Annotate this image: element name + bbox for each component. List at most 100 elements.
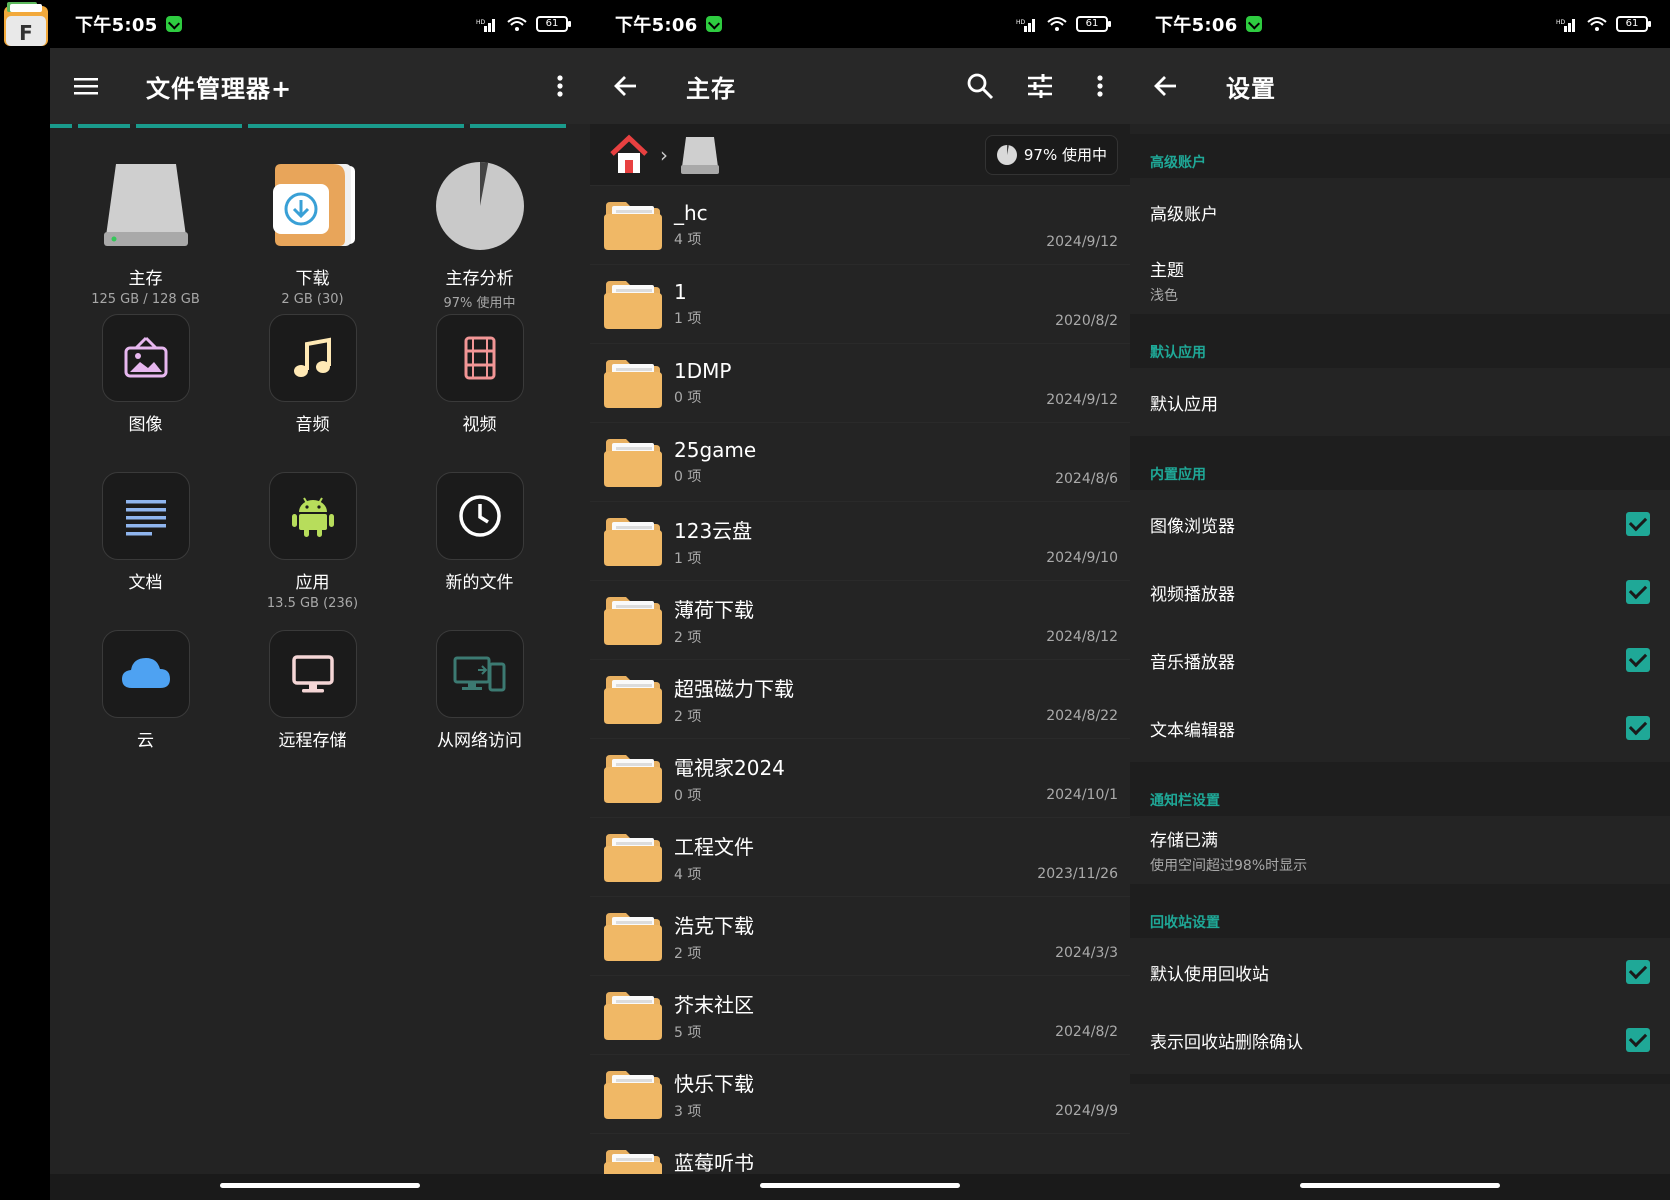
tile-storage-analysis[interactable]: 主存分析 97% 使用中 [396, 156, 563, 314]
home-screen: 下午5:05 HD 61 文件管理器+ 主存 125 GB / 128 GB 下… [50, 0, 590, 1200]
battery-icon: 61 [536, 16, 571, 32]
gesture-home-bar[interactable] [760, 1183, 960, 1188]
svg-text:HD: HD [476, 19, 486, 26]
drive-icon [103, 164, 188, 246]
file-row[interactable]: 薄荷下载 2 项 2024/8/12 [590, 581, 1130, 660]
battery-icon: 61 [1616, 16, 1651, 32]
gesture-home-bar[interactable] [1300, 1183, 1500, 1188]
file-row[interactable]: 電視家2024 0 项 2024/10/1 [590, 739, 1130, 818]
settings-section: 回收站设置 默认使用回收站 表示回收站删除确认 [1130, 894, 1670, 1074]
signal-icon: HD [476, 19, 495, 32]
folder-icon [604, 202, 662, 250]
back-arrow-icon[interactable] [612, 72, 640, 100]
tile-recent-files[interactable]: 新的文件 [396, 472, 563, 630]
monitor-icon [291, 655, 334, 693]
file-name: 電視家2024 [674, 755, 785, 780]
checkbox-checked-icon[interactable] [1626, 512, 1650, 536]
section-header: 默认应用 [1150, 345, 1206, 361]
settings-row[interactable]: 高级账户 [1130, 178, 1670, 246]
gesture-home-bar[interactable] [220, 1183, 420, 1188]
status-bar: 下午5:06 HD 61 [590, 0, 1130, 48]
file-date: 2024/9/10 [1046, 550, 1118, 566]
checkbox-checked-icon[interactable] [1626, 716, 1650, 740]
file-row[interactable]: _hc 4 项 2024/9/12 [590, 186, 1130, 265]
file-row[interactable]: 浩克下载 2 项 2024/3/3 [590, 897, 1130, 976]
file-text: 11 项 [674, 280, 1055, 328]
back-arrow-icon[interactable] [1152, 72, 1180, 100]
tile-images[interactable]: 图像 [62, 314, 229, 472]
settings-screen: 下午5:06 HD 61 设置 高级账户 高级账户 主题 浅色 默认应用 默认应用 内置应用… [1130, 0, 1670, 1200]
checkbox-checked-icon[interactable] [1626, 648, 1650, 672]
settings-row-label: 高级账户 [1150, 204, 1218, 225]
file-manager-app-icon: F [2, 0, 50, 50]
cloud-icon [121, 658, 170, 688]
file-item-count: 2 项 [674, 629, 702, 646]
music-icon [293, 337, 331, 377]
tile-downloads[interactable]: 下载 2 GB (30) [229, 156, 396, 314]
file-row[interactable]: 25game 0 项 2024/8/6 [590, 423, 1130, 502]
settings-row-label: 默认应用 [1150, 394, 1218, 415]
tile-main-storage[interactable]: 主存 125 GB / 128 GB [62, 156, 229, 314]
folder-icon [604, 992, 662, 1040]
checkbox-checked-icon[interactable] [1626, 960, 1650, 984]
file-row[interactable]: 芥末社区 5 项 2024/8/2 [590, 976, 1130, 1055]
checkbox-checked-icon[interactable] [1626, 580, 1650, 604]
tile-audio[interactable]: 音频 [229, 314, 396, 472]
settings-section: 默认应用 默认应用 [1130, 324, 1670, 436]
file-row[interactable]: 超强磁力下载 2 项 2024/8/22 [590, 660, 1130, 739]
file-row[interactable]: 工程文件 4 项 2023/11/26 [590, 818, 1130, 897]
tile-documents[interactable]: 文档 [62, 472, 229, 630]
settings-row-text: 文本编辑器 [1150, 716, 1235, 741]
tile-label: 从网络访问 [437, 731, 522, 751]
settings-row[interactable]: 主题 浅色 [1130, 246, 1670, 314]
settings-row[interactable]: 表示回收站删除确认 [1130, 1006, 1670, 1074]
home-icon[interactable] [608, 134, 650, 176]
settings-row[interactable]: 图像浏览器 [1130, 490, 1670, 558]
file-item-count: 0 项 [674, 787, 702, 804]
settings-row[interactable]: 默认应用 [1130, 368, 1670, 436]
settings-row-text: 表示回收站删除确认 [1150, 1028, 1303, 1053]
more-vert-icon[interactable] [546, 72, 574, 100]
storage-usage-badge[interactable]: 97% 使用中 [984, 134, 1118, 175]
menu-icon[interactable] [72, 72, 100, 100]
file-date: 2024/9/9 [1055, 1103, 1118, 1119]
file-name: 超强磁力下载 [674, 676, 794, 701]
settings-row[interactable]: 音乐播放器 [1130, 626, 1670, 694]
folder-icon [604, 755, 662, 803]
file-name: 1DMP [674, 359, 732, 383]
settings-row-sub: 浅色 [1150, 287, 1178, 304]
checkbox-checked-icon[interactable] [1626, 1028, 1650, 1052]
settings-row-label: 主题 [1150, 260, 1184, 281]
tile-remote-storage[interactable]: 远程存储 [229, 630, 396, 788]
file-row[interactable]: 11 项 2020/8/2 [590, 265, 1130, 344]
section-divider [1130, 436, 1670, 446]
tile-apps[interactable]: 应用 13.5 GB (236) [229, 472, 396, 630]
settings-row[interactable]: 默认使用回收站 [1130, 938, 1670, 1006]
notification-icon [165, 16, 182, 32]
file-text: 25game 0 项 [674, 438, 1055, 486]
tile-video[interactable]: 视频 [396, 314, 563, 472]
file-date: 2024/8/22 [1046, 708, 1118, 724]
settings-row[interactable]: 视频播放器 [1130, 558, 1670, 626]
file-date: 2024/9/12 [1046, 392, 1118, 408]
search-icon[interactable] [966, 72, 994, 100]
settings-row-label: 视频播放器 [1150, 584, 1235, 605]
file-row[interactable]: 123云盘 1 项 2024/9/10 [590, 502, 1130, 581]
more-vert-icon[interactable] [1086, 72, 1114, 100]
file-date: 2024/3/3 [1055, 945, 1118, 961]
folder-icon [604, 1071, 662, 1119]
settings-row[interactable]: 存储已满 使用空间超过98%时显示 [1130, 816, 1670, 884]
tile-cloud[interactable]: 云 [62, 630, 229, 788]
settings-row[interactable]: 文本编辑器 [1130, 694, 1670, 762]
file-item-count: 1 项 [674, 550, 702, 567]
file-text: 薄荷下载 2 项 [674, 594, 1046, 647]
tune-icon[interactable] [1026, 72, 1054, 100]
drive-icon[interactable] [678, 133, 722, 177]
file-item-count: 4 项 [674, 232, 702, 248]
file-item-count: 3 项 [674, 1103, 702, 1120]
image-icon [124, 336, 167, 378]
tile-network-access[interactable]: 从网络访问 [396, 630, 563, 788]
battery-icon: 61 [1076, 16, 1111, 32]
file-row[interactable]: 1DMP 0 项 2024/9/12 [590, 344, 1130, 423]
file-row[interactable]: 快乐下载 3 项 2024/9/9 [590, 1055, 1130, 1134]
